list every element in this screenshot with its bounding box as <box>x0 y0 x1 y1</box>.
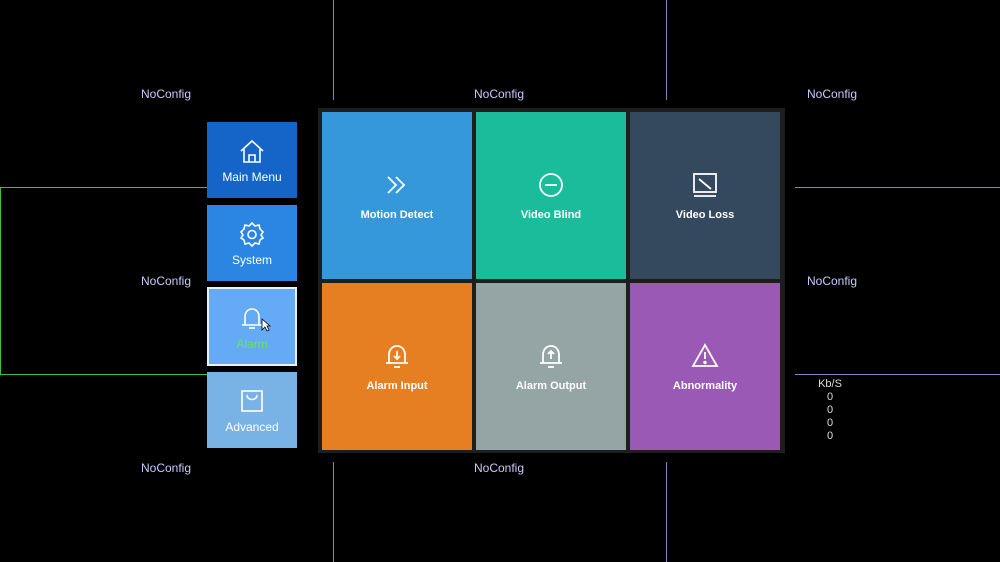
bitrate-value: 0 <box>826 391 834 403</box>
camera-status: NoConfig <box>473 87 525 101</box>
home-icon <box>240 139 264 163</box>
camera-status: NoConfig <box>473 461 525 475</box>
selected-cell-border <box>0 187 207 188</box>
bell-down-icon <box>386 344 408 368</box>
bitrate-value: 0 <box>826 417 834 429</box>
gear-icon <box>239 221 265 248</box>
sidebar-item-label: Main Menu <box>222 170 282 184</box>
tile-label: Abnormality <box>672 379 738 392</box>
camera-status: NoConfig <box>140 461 192 475</box>
grid-divider <box>333 0 334 100</box>
grid-divider <box>333 462 334 562</box>
motion-detect-tile[interactable]: Motion Detect <box>322 112 472 279</box>
bag-icon <box>241 390 263 412</box>
alarm-input-tile[interactable]: Alarm Input <box>322 283 472 450</box>
bitrate-value: 0 <box>826 430 834 442</box>
camera-status: NoConfig <box>806 274 858 288</box>
bitrate-header: Kb/S <box>818 378 842 390</box>
alarm-panel: Motion Detect Video Blind Video Loss Ala… <box>318 108 785 453</box>
minus-circle-icon <box>539 172 563 197</box>
tile-label: Motion Detect <box>360 208 434 221</box>
sidebar-item-main-menu[interactable]: Main Menu <box>207 122 297 198</box>
sidebar-item-label: Alarm <box>236 336 268 351</box>
alarm-output-tile[interactable]: Alarm Output <box>476 283 626 450</box>
grid-divider <box>795 187 1000 188</box>
bitrate-readout: Kb/S 0 0 0 0 <box>812 378 848 443</box>
sidebar-item-label: System <box>231 253 272 267</box>
sidebar-item-system[interactable]: System <box>207 205 297 281</box>
bell-up-icon <box>540 344 562 368</box>
chevrons-right-icon <box>387 175 406 194</box>
selected-cell-border <box>0 374 207 375</box>
tile-label: Video Loss <box>675 208 735 221</box>
abnormality-tile[interactable]: Abnormality <box>630 283 780 450</box>
video-loss-tile[interactable]: Video Loss <box>630 112 780 279</box>
sidebar-item-alarm[interactable]: Alarm <box>207 287 297 366</box>
video-blind-tile[interactable]: Video Blind <box>476 112 626 279</box>
warning-icon <box>691 342 719 367</box>
camera-status: NoConfig <box>140 274 192 288</box>
bitrate-value: 0 <box>826 404 834 416</box>
grid-divider <box>666 0 667 100</box>
sidebar-item-advanced[interactable]: Advanced <box>207 372 297 448</box>
mouse-cursor-icon <box>261 318 271 332</box>
monitor-slash-icon <box>693 172 717 197</box>
grid-divider <box>795 374 1000 375</box>
tile-label: Alarm Input <box>366 379 428 392</box>
camera-status: NoConfig <box>806 87 858 101</box>
tile-label: Alarm Output <box>515 379 587 392</box>
grid-divider <box>666 462 667 562</box>
camera-status: NoConfig <box>140 87 192 101</box>
selected-cell-border <box>0 187 1 375</box>
tile-label: Video Blind <box>520 208 582 221</box>
sidebar-item-label: Advanced <box>225 420 279 434</box>
